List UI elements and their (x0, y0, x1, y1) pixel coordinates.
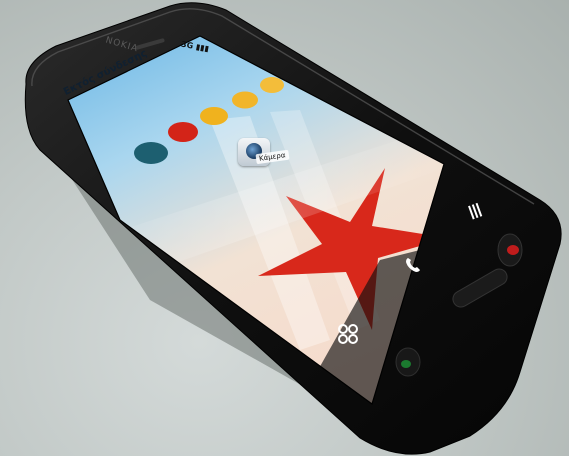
ball-yellow (232, 91, 258, 109)
red-key-mark (507, 245, 519, 255)
phone-illustration (24, 2, 562, 455)
call-icon[interactable] (404, 256, 422, 279)
call-key-mark (401, 360, 411, 368)
app-grid-icon[interactable] (336, 322, 360, 351)
ball-teal (134, 142, 168, 164)
ball-red (168, 122, 198, 142)
ball-yellow (260, 77, 284, 93)
ball-yellow (200, 107, 228, 125)
